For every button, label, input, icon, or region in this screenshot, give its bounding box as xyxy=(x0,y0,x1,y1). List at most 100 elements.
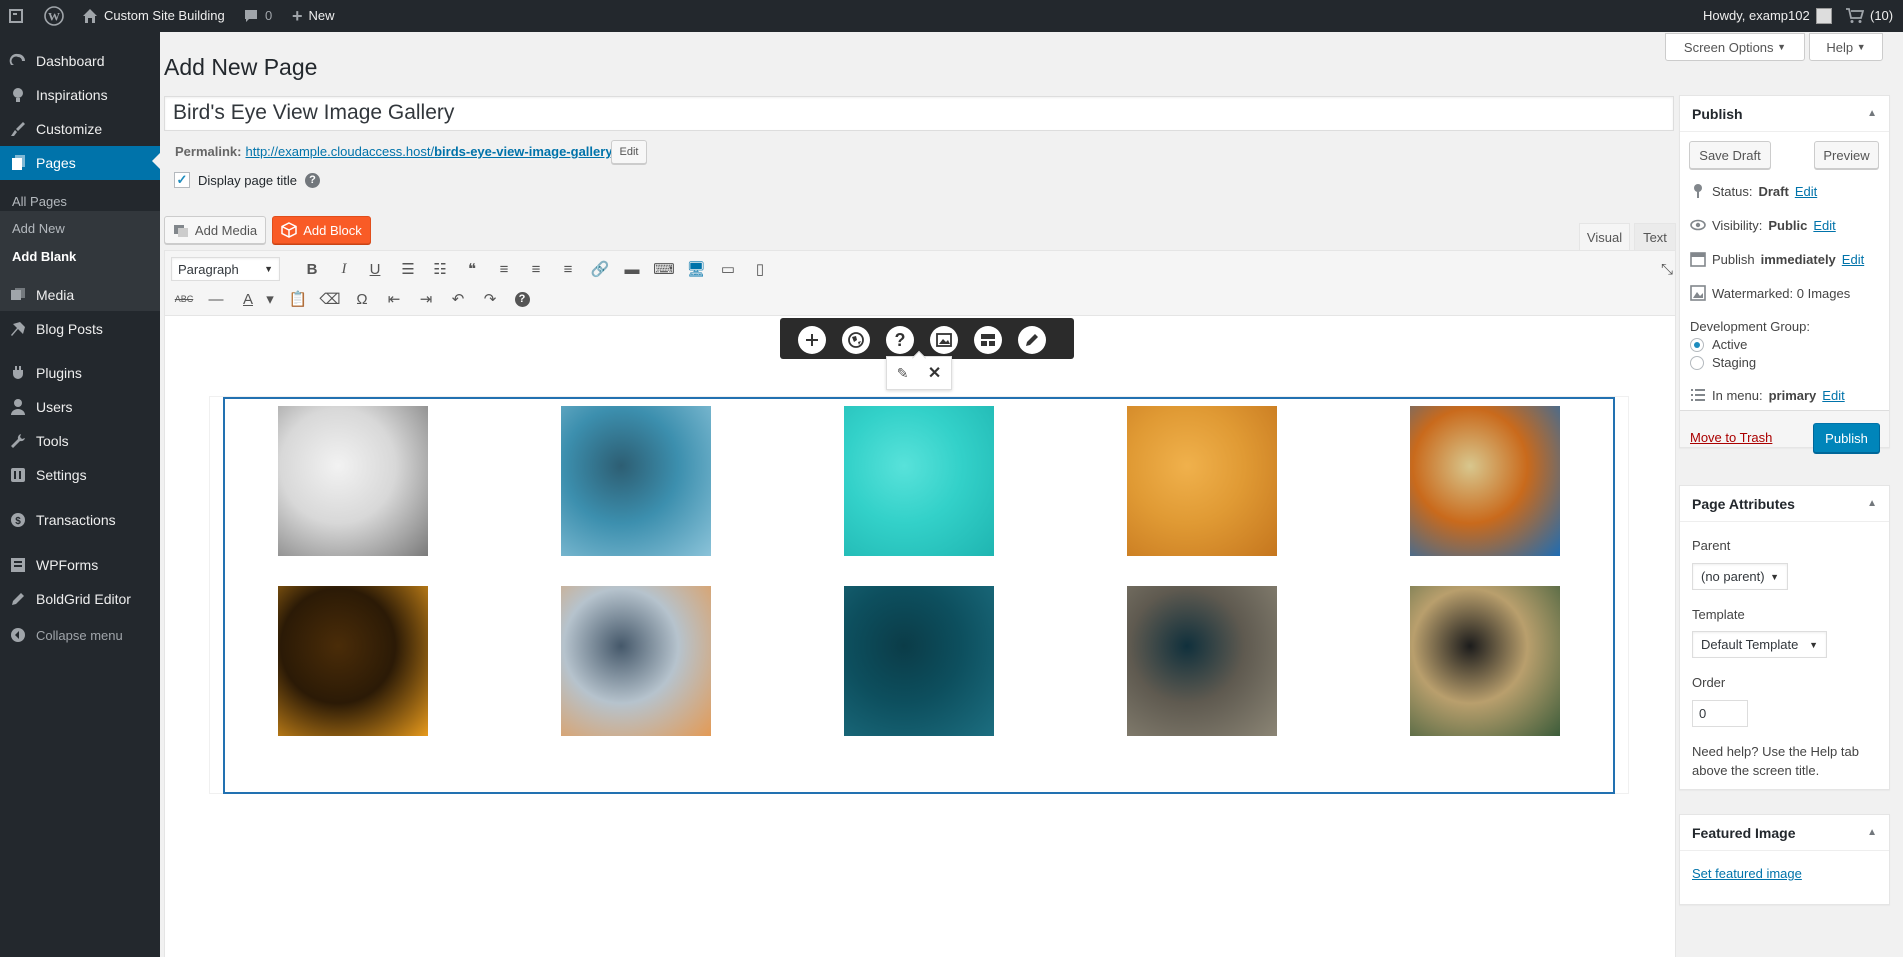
sidebar-item-blog-posts[interactable]: Blog Posts xyxy=(0,312,160,346)
comments-link[interactable]: 0 xyxy=(243,0,272,32)
bullet-list-icon[interactable]: ☰ xyxy=(396,257,420,281)
image-icon[interactable] xyxy=(930,326,958,354)
remove-icon[interactable]: ✕ xyxy=(928,363,941,383)
display-title-checkbox[interactable]: ✓ xyxy=(174,172,190,188)
cart-link[interactable]: (10) xyxy=(1846,0,1893,32)
numbered-list-icon[interactable]: ☷ xyxy=(428,257,452,281)
caret-down-icon[interactable]: ▾ xyxy=(258,287,282,311)
site-name-link[interactable]: Custom Site Building xyxy=(82,0,225,32)
sidebar-item-settings[interactable]: Settings xyxy=(0,458,160,492)
gallery-image-cargo-ship[interactable] xyxy=(844,586,994,736)
add-media-button[interactable]: Add Media xyxy=(164,216,266,244)
indent-icon[interactable]: ⇥ xyxy=(414,287,438,311)
visibility-edit-link[interactable]: Edit xyxy=(1813,218,1835,233)
move-to-trash-link[interactable]: Move to Trash xyxy=(1690,430,1772,445)
read-more-icon[interactable]: ▬ xyxy=(620,257,644,281)
undo-icon[interactable]: ↶ xyxy=(446,287,470,311)
featured-image-header[interactable]: Featured Image ▲ xyxy=(1680,815,1889,851)
italic-icon[interactable]: I xyxy=(332,257,356,281)
tab-visual[interactable]: Visual xyxy=(1579,223,1630,250)
blockquote-icon[interactable]: ❝ xyxy=(460,257,484,281)
underline-icon[interactable]: U xyxy=(363,257,387,281)
gallery-image-wheat-field-harvester[interactable] xyxy=(1127,406,1277,556)
sidebar-item-tools[interactable]: Tools xyxy=(0,424,160,458)
sidebar-item-dashboard[interactable]: Dashboard xyxy=(0,44,160,78)
gallery-image-highway-interchange-night[interactable] xyxy=(278,586,428,736)
question-icon[interactable]: ? xyxy=(886,326,914,354)
radio-staging-input[interactable] xyxy=(1690,355,1704,370)
redo-icon[interactable]: ↷ xyxy=(478,287,502,311)
globe-icon[interactable] xyxy=(842,326,870,354)
gallery-image-snowy-forest-road[interactable] xyxy=(278,406,428,556)
sidebar-item-plugins[interactable]: Plugins xyxy=(0,356,160,390)
set-featured-image-link[interactable]: Set featured image xyxy=(1692,866,1802,881)
keyboard-icon[interactable]: ⌨ xyxy=(652,257,676,281)
sidebar-item-customize[interactable]: Customize xyxy=(0,112,160,146)
schedule-edit-link[interactable]: Edit xyxy=(1842,252,1864,267)
radio-active-input[interactable] xyxy=(1690,337,1704,352)
special-char-icon[interactable]: Ω xyxy=(350,287,374,311)
format-select[interactable]: Paragraph xyxy=(171,257,280,281)
help-button[interactable]: Help ▼ xyxy=(1809,33,1883,61)
collapse-icon[interactable]: ▲ xyxy=(1867,96,1877,132)
save-draft-button[interactable]: Save Draft xyxy=(1689,141,1771,169)
sidebar-item-media[interactable]: Media xyxy=(0,278,160,312)
collapse-icon[interactable]: ▲ xyxy=(1867,486,1877,522)
bold-icon[interactable]: B xyxy=(300,257,324,281)
link-icon[interactable]: 🔗 xyxy=(588,257,612,281)
sidebar-item-collapse-menu[interactable]: Collapse menu xyxy=(0,618,160,652)
gallery-image-temple-maze[interactable] xyxy=(1410,586,1560,736)
status-edit-link[interactable]: Edit xyxy=(1795,184,1817,199)
align-left-icon[interactable]: ≡ xyxy=(492,257,516,281)
title-input[interactable]: Bird's Eye View Image Gallery xyxy=(164,96,1674,131)
template-select[interactable]: Default Template xyxy=(1692,631,1827,658)
gallery-image-turquoise-sea-sharks[interactable] xyxy=(844,406,994,556)
page-attributes-header[interactable]: Page Attributes ▲ xyxy=(1680,486,1889,522)
gallery-image-cliff-edge[interactable] xyxy=(1127,586,1277,736)
collapse-icon[interactable]: ▲ xyxy=(1867,815,1877,851)
layout-icon[interactable] xyxy=(974,326,1002,354)
add-block-button[interactable]: Add Block xyxy=(272,216,371,244)
desktop-icon[interactable]: 🖥 xyxy=(684,257,708,281)
submenu-item-add-blank[interactable]: Add Blank xyxy=(0,243,160,271)
gallery-image-dunes-helicopter[interactable] xyxy=(561,586,711,736)
align-right-icon[interactable]: ≡ xyxy=(556,257,580,281)
help-icon[interactable]: ? xyxy=(305,172,320,188)
publish-button[interactable]: Publish xyxy=(1813,423,1880,453)
preview-button[interactable]: Preview xyxy=(1814,141,1879,169)
permalink-edit-button[interactable]: Edit xyxy=(611,140,647,164)
paste-text-icon[interactable]: 📋 xyxy=(286,287,310,311)
horizontal-line-icon[interactable]: — xyxy=(204,287,228,311)
align-center-icon[interactable]: ≡ xyxy=(524,257,548,281)
wordpress-logo-icon[interactable]: W xyxy=(44,0,64,32)
sidebar-item-transactions[interactable]: $ Transactions xyxy=(0,503,160,537)
sidebar-item-users[interactable]: Users xyxy=(0,390,160,424)
order-input[interactable]: 0 xyxy=(1692,700,1748,727)
sidebar-item-wpforms[interactable]: WPForms xyxy=(0,548,160,582)
radio-active[interactable]: Active xyxy=(1690,337,1747,352)
outdent-icon[interactable]: ⇤ xyxy=(382,287,406,311)
add-section-icon[interactable] xyxy=(798,326,826,354)
parent-select[interactable]: (no parent) xyxy=(1692,563,1788,590)
edit-pencil-icon[interactable]: ✎ xyxy=(897,365,909,382)
publish-box-header[interactable]: Publish ▲ xyxy=(1680,96,1889,132)
strikethrough-icon[interactable]: ABC xyxy=(172,287,196,311)
screen-options-button[interactable]: Screen Options ▼ xyxy=(1665,33,1805,61)
toggle-icon[interactable] xyxy=(8,0,24,32)
keyboard-shortcuts-icon[interactable]: ? xyxy=(510,287,534,311)
text-color-icon[interactable]: A xyxy=(236,287,260,311)
gallery-image-hot-spring[interactable] xyxy=(1410,406,1560,556)
tab-text[interactable]: Text xyxy=(1634,223,1676,250)
submenu-item-add-new[interactable]: Add New xyxy=(0,215,160,243)
tablet-icon[interactable]: ▭ xyxy=(716,257,740,281)
gallery-image-harbour-bridge[interactable] xyxy=(561,406,711,556)
permalink-link[interactable]: http://example.cloudaccess.host/birds-ey… xyxy=(245,144,616,159)
clear-format-icon[interactable]: ⌫ xyxy=(318,287,342,311)
sidebar-item-inspirations[interactable]: Inspirations xyxy=(0,78,160,112)
sidebar-item-pages[interactable]: Pages xyxy=(0,146,160,180)
new-content-link[interactable]: + New xyxy=(292,0,335,32)
pencil-icon[interactable] xyxy=(1018,326,1046,354)
account-menu[interactable]: Howdy, examp102 xyxy=(1703,0,1832,32)
mobile-icon[interactable]: ▯ xyxy=(748,257,772,281)
fullscreen-icon[interactable]: ⤡ xyxy=(1655,257,1679,281)
